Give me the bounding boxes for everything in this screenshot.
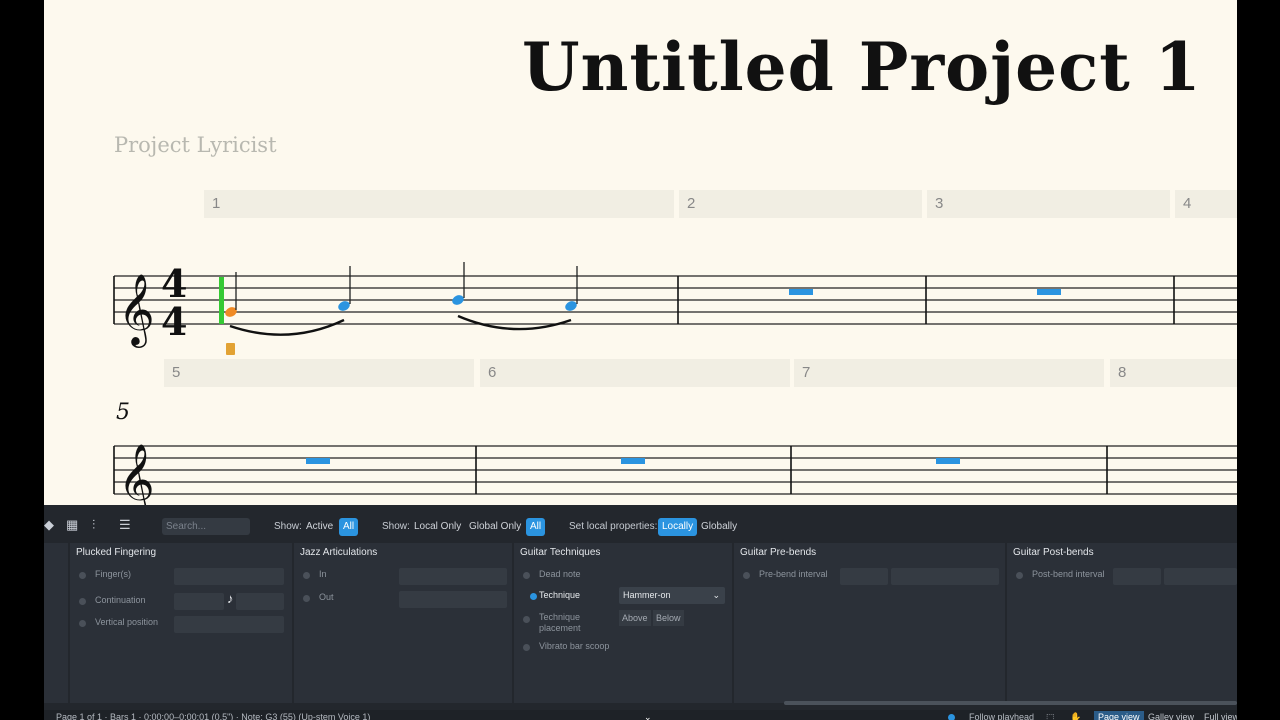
placement-toggle[interactable]	[523, 616, 530, 623]
group-title: Jazz Articulations	[300, 547, 378, 558]
set-local-label: Set local properties:	[569, 521, 658, 532]
chevron-down-icon[interactable]: ⌄	[644, 712, 652, 720]
chevron-down-icon: ⌄	[712, 590, 720, 600]
globally-button[interactable]: Globally	[697, 518, 741, 536]
time-signature-bottom: 4	[161, 299, 187, 344]
vertical-label: Vertical position	[95, 617, 159, 627]
note-tool-icon[interactable]: ◆	[44, 517, 54, 533]
jazz-out-toggle[interactable]	[303, 595, 310, 602]
technique-marker-icon	[226, 343, 235, 355]
slur-1	[229, 318, 345, 336]
vibrato-label: Vibrato bar scoop	[539, 641, 610, 651]
show-all-2-button[interactable]: All	[526, 518, 546, 536]
staff-1	[114, 275, 1237, 325]
prebend-field-2[interactable]	[891, 568, 999, 585]
panel-scrollbar[interactable]	[784, 701, 1237, 705]
postbend-field-1[interactable]	[1113, 568, 1161, 585]
galley-view-button[interactable]: Galley view	[1144, 711, 1198, 720]
continuation-field[interactable]	[174, 593, 224, 610]
group-guitar-prebends: Guitar Pre-bends Pre-bend interval	[734, 543, 1005, 703]
music-note-icon: ♪	[227, 591, 234, 606]
continuation-field-2[interactable]	[236, 593, 284, 610]
app-window: Untitled Project 1 Project Lyricist 1 2 …	[44, 0, 1237, 720]
jazz-in-label: In	[319, 569, 327, 579]
mixer-icon[interactable]: ⫶	[92, 517, 95, 533]
search-input[interactable]: Search...	[162, 518, 250, 535]
above-button[interactable]: Above	[619, 610, 651, 626]
note-3	[452, 262, 465, 305]
fingers-label: Finger(s)	[95, 569, 132, 579]
group-jazz-articulations: Jazz Articulations In Out	[294, 543, 512, 703]
placement-label: Technique placement	[539, 612, 581, 633]
notation-canvas[interactable]: 𝄞 4 4 𝄞	[44, 0, 1237, 505]
follow-playhead-toggle[interactable]	[948, 714, 955, 720]
select-box-icon[interactable]: ⬚	[1046, 712, 1055, 720]
status-bar: Page 1 of 1 · Bars 1 · 0:00:00–0:00:01 (…	[44, 710, 1237, 720]
technique-value: Hammer-on	[623, 590, 671, 600]
fingers-toggle[interactable]	[79, 572, 86, 579]
note-2	[338, 266, 351, 311]
jazz-out-label: Out	[319, 592, 334, 602]
continuation-label: Continuation	[95, 595, 146, 605]
show-label-1: Show:	[274, 521, 302, 532]
technique-toggle[interactable]	[530, 593, 537, 600]
slur-2	[457, 314, 572, 331]
technique-label: Technique	[539, 590, 581, 600]
jazz-in-toggle[interactable]	[303, 572, 310, 579]
show-active-button[interactable]: Active	[302, 518, 337, 536]
rest-bar-2	[789, 289, 813, 295]
show-all-button[interactable]: All	[339, 518, 359, 536]
prebend-toggle[interactable]	[743, 572, 750, 579]
group-guitar-techniques: Guitar Techniques Dead note Technique Ha…	[514, 543, 732, 703]
postbend-label: Post-bend interval	[1032, 569, 1105, 579]
group-title: Guitar Techniques	[520, 547, 601, 558]
global-only-button[interactable]: Global Only	[465, 518, 525, 536]
dead-note-label: Dead note	[539, 569, 581, 579]
jazz-out-field[interactable]	[399, 591, 507, 608]
status-info: Page 1 of 1 · Bars 1 · 0:00:00–0:00:01 (…	[56, 712, 371, 720]
continuation-toggle[interactable]	[79, 598, 86, 605]
vertical-field[interactable]	[174, 616, 284, 633]
list-icon[interactable]: ☰	[119, 517, 131, 533]
full-view-button[interactable]: Full view	[1200, 711, 1237, 720]
rest-bar-5	[306, 458, 330, 464]
group-partial	[44, 543, 85, 703]
rest-bar-6	[621, 458, 645, 464]
panel-toolbar: ◆ ▦ ⫶ ☰ Search... Show: Active All Show:…	[44, 515, 1237, 539]
postbend-toggle[interactable]	[1016, 572, 1023, 579]
below-button[interactable]: Below	[653, 610, 684, 626]
prebend-field-1[interactable]	[840, 568, 888, 585]
rest-bar-7	[936, 458, 960, 464]
locally-button[interactable]: Locally	[658, 518, 698, 536]
follow-playhead-label: Follow playhead	[969, 712, 1035, 720]
properties-panel: ◆ ▦ ⫶ ☰ Search... Show: Active All Show:…	[44, 505, 1237, 720]
local-only-button[interactable]: Local Only	[410, 518, 465, 536]
show-label-2: Show:	[382, 521, 410, 532]
dead-note-toggle[interactable]	[523, 572, 530, 579]
treble-clef-icon: 𝄞	[118, 272, 155, 348]
page-view-button[interactable]: Page view	[1094, 711, 1144, 720]
group-title: Plucked Fingering	[76, 547, 157, 558]
hand-icon[interactable]: ✋	[1070, 712, 1081, 720]
vibrato-toggle[interactable]	[523, 644, 530, 651]
group-guitar-postbends: Guitar Post-bends Post-bend interval	[1007, 543, 1237, 703]
prebend-label: Pre-bend interval	[759, 569, 828, 579]
jazz-in-field[interactable]	[399, 568, 507, 585]
fingers-field[interactable]	[174, 568, 284, 585]
treble-clef-icon-2: 𝄞	[118, 442, 155, 505]
note-4	[565, 266, 578, 311]
group-title: Guitar Post-bends	[1013, 547, 1094, 558]
group-title: Guitar Pre-bends	[740, 547, 817, 558]
grid-icon[interactable]: ▦	[66, 517, 78, 533]
input-caret	[219, 277, 224, 324]
score-page[interactable]: Untitled Project 1 Project Lyricist 1 2 …	[44, 0, 1237, 505]
staff-2	[114, 445, 1237, 495]
note-1	[225, 272, 237, 317]
vertical-toggle[interactable]	[79, 620, 86, 627]
technique-select[interactable]: Hammer-on ⌄	[619, 587, 725, 604]
group-plucked-fingering: Plucked Fingering Finger(s) Continuation…	[70, 543, 292, 703]
rest-bar-3	[1037, 289, 1061, 295]
postbend-field-2[interactable]	[1164, 568, 1237, 585]
